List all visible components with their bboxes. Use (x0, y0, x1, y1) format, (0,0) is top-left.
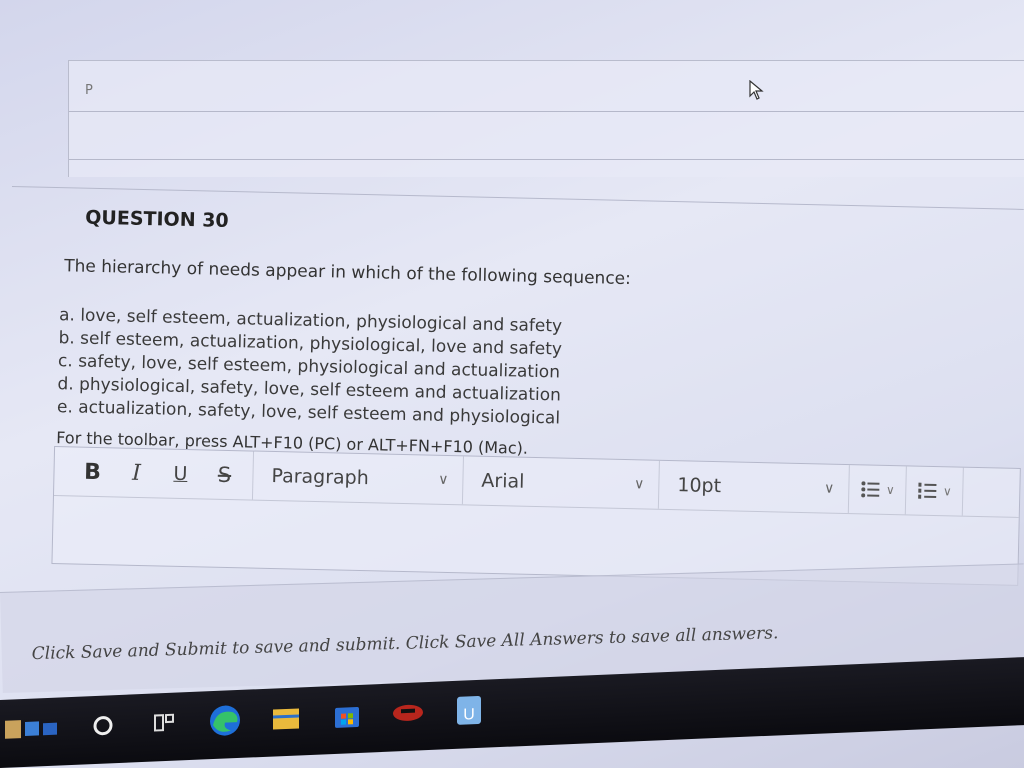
bullet-list-button[interactable]: ∨ (848, 465, 907, 515)
chevron-down-icon: ∨ (885, 482, 895, 498)
answer-editor[interactable]: B I U S Paragraph ∨ Arial ∨ 10pt ∨ ∨ ∨ (51, 446, 1021, 586)
game-icon[interactable] (388, 692, 428, 734)
bold-button[interactable]: B (72, 451, 113, 492)
paragraph-format-value: Paragraph (271, 464, 370, 490)
italic-button[interactable]: I (116, 452, 157, 493)
previous-answer-editor[interactable]: P (68, 60, 1024, 177)
numbered-list-button[interactable]: ∨ (905, 466, 964, 516)
paragraph-path-label: P (85, 83, 93, 98)
strikethrough-button[interactable]: S (204, 454, 245, 495)
search-icon[interactable] (83, 705, 123, 747)
editor-toolbar: B I U S Paragraph ∨ Arial ∨ 10pt ∨ ∨ ∨ (53, 447, 1020, 518)
question-title: QUESTION 30 (85, 206, 229, 232)
font-size-value: 10pt (677, 474, 722, 498)
question-block: QUESTION 30 The hierarchy of needs appea… (2, 186, 1024, 630)
edge-browser-icon[interactable] (205, 700, 245, 742)
bullet-list-icon (860, 481, 880, 498)
app-icon[interactable]: U (449, 690, 489, 732)
pinned-apps-icon[interactable] (2, 707, 62, 750)
divider (69, 111, 1024, 112)
font-family-value: Arial (481, 469, 525, 493)
font-size-select[interactable]: 10pt ∨ (658, 460, 850, 514)
chevron-down-icon: ∨ (823, 480, 835, 497)
font-family-select[interactable]: Arial ∨ (462, 456, 660, 509)
chevron-down-icon: ∨ (942, 484, 952, 499)
svg-text:U: U (463, 706, 475, 723)
divider (69, 159, 1024, 160)
save-instructions: Click Save and Submit to save and submit… (31, 623, 779, 665)
paragraph-format-select[interactable]: Paragraph ∨ (252, 451, 464, 505)
underline-button[interactable]: U (160, 453, 201, 494)
file-explorer-icon[interactable] (266, 697, 306, 739)
answer-options: a. love, self esteem, actualization, phy… (57, 304, 563, 430)
chevron-down-icon: ∨ (633, 476, 645, 493)
task-view-icon[interactable] (144, 702, 184, 744)
mouse-cursor-icon (749, 80, 764, 100)
chevron-down-icon: ∨ (438, 471, 449, 488)
store-icon[interactable] (327, 695, 367, 737)
question-text: The hierarchy of needs appear in which o… (63, 256, 632, 290)
numbered-list-icon (917, 482, 937, 499)
